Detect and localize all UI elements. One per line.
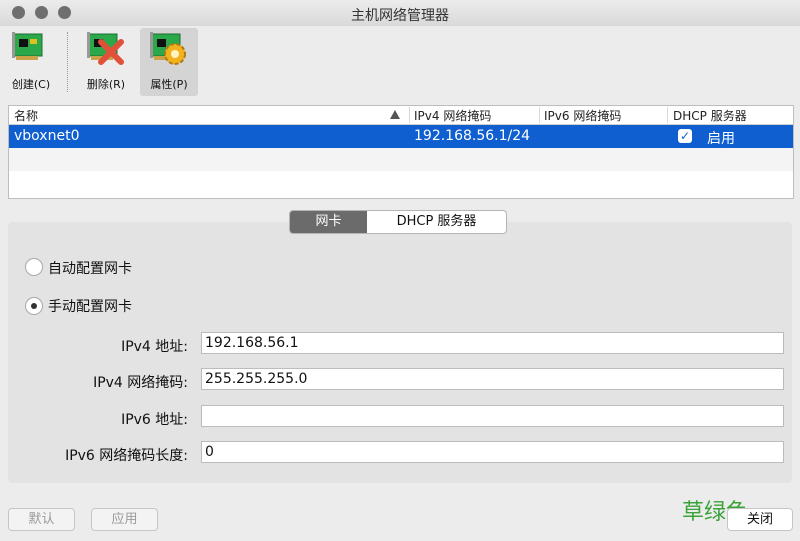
reset-button[interactable]: 默认: [8, 508, 75, 531]
column-separator: [667, 107, 668, 123]
window-title: 主机网络管理器: [351, 8, 449, 24]
close-button[interactable]: 关闭: [727, 508, 793, 531]
manual-config-radio[interactable]: [25, 297, 43, 315]
network-card-settings-icon: [150, 32, 186, 65]
toolbar-separator: [67, 32, 68, 92]
column-header-name[interactable]: 名称: [14, 107, 38, 124]
delete-label: 删除(R): [86, 78, 126, 91]
table-header: 名称 IPv4 网络掩码 IPv6 网络掩码 DHCP 服务器: [9, 106, 793, 125]
table-row[interactable]: vboxnet0 192.168.56.1/24 ✓ 启用: [9, 125, 793, 148]
column-separator: [539, 107, 540, 123]
ipv6-prefix-label: IPv6 网络掩码长度:: [65, 448, 188, 464]
table-row-empty: [9, 171, 793, 194]
auto-config-label: 自动配置网卡: [48, 261, 132, 277]
network-card-add-icon: [12, 32, 43, 60]
network-table: 名称 IPv4 网络掩码 IPv6 网络掩码 DHCP 服务器 vboxnet0…: [8, 105, 794, 199]
ipv4-mask-cell: 192.168.56.1/24: [414, 128, 531, 144]
toolbar: 创建(C) 删除(R) 属性(P): [0, 26, 800, 98]
column-header-ipv6[interactable]: IPv6 网络掩码: [544, 107, 621, 124]
network-card-remove-icon: [87, 32, 124, 65]
create-button[interactable]: 创建(C): [2, 28, 60, 96]
ipv6-address-label: IPv6 地址:: [121, 412, 188, 428]
ipv4-mask-label: IPv4 网络掩码:: [93, 375, 188, 391]
ipv6-prefix-field[interactable]: [201, 441, 784, 463]
details-panel: 自动配置网卡 手动配置网卡 IPv4 地址: IPv4 网络掩码: IPv6 地…: [8, 222, 792, 483]
column-separator: [409, 107, 410, 123]
network-name-cell: vboxnet0: [14, 128, 80, 144]
manual-config-label: 手动配置网卡: [48, 299, 132, 315]
tab-dhcp-server[interactable]: DHCP 服务器: [367, 211, 506, 233]
column-header-dhcp[interactable]: DHCP 服务器: [673, 107, 747, 124]
apply-button[interactable]: 应用: [91, 508, 158, 531]
column-header-ipv4[interactable]: IPv4 网络掩码: [414, 107, 491, 124]
auto-config-radio[interactable]: [25, 258, 43, 276]
title-bar: 主机网络管理器: [0, 0, 800, 27]
properties-button[interactable]: 属性(P): [140, 28, 198, 96]
dhcp-status-cell: 启用: [707, 131, 735, 147]
create-label: 创建(C): [11, 78, 51, 91]
tab-bar: 网卡 DHCP 服务器: [289, 210, 507, 234]
ipv4-mask-field[interactable]: [201, 368, 784, 390]
ipv4-address-label: IPv4 地址:: [121, 339, 188, 355]
sort-ascending-icon: [390, 110, 400, 119]
delete-button[interactable]: 删除(R): [77, 28, 135, 96]
table-row-empty: [9, 148, 793, 171]
checkmark-icon[interactable]: ✓: [678, 129, 692, 143]
ipv4-address-field[interactable]: [201, 332, 784, 354]
tab-adapter[interactable]: 网卡: [290, 211, 367, 233]
ipv6-address-field[interactable]: [201, 405, 784, 427]
properties-label: 属性(P): [150, 78, 188, 91]
